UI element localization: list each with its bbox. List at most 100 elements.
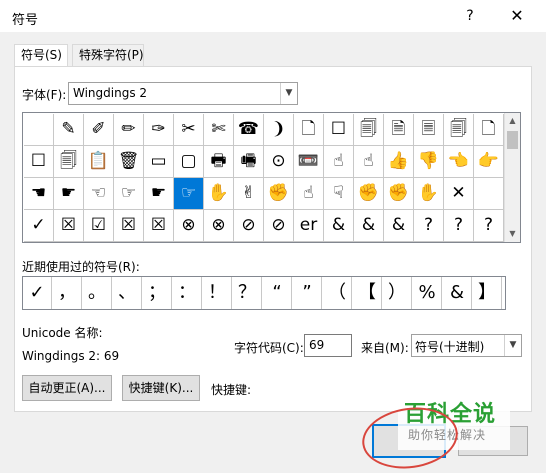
symbol-cell[interactable]: 🗏 <box>414 114 444 146</box>
chevron-down-icon[interactable]: ▼ <box>504 335 521 356</box>
symbol-cell[interactable]: ? <box>474 210 504 242</box>
symbol-cell[interactable] <box>24 114 54 146</box>
symbol-cell[interactable]: er <box>294 210 324 242</box>
symbol-cell[interactable]: ⊗ <box>174 210 204 242</box>
symbol-cell[interactable]: ✑ <box>144 114 174 146</box>
recent-symbol-cell[interactable]: ” <box>293 277 322 309</box>
font-label: 字体(F): <box>22 88 67 102</box>
symbol-cell[interactable]: ⊘ <box>264 210 294 242</box>
symbol-cell[interactable]: 🖷 <box>234 146 264 178</box>
symbol-cell[interactable]: ✌ <box>234 178 264 210</box>
symbol-cell[interactable]: ✊ <box>354 178 384 210</box>
symbol-cell[interactable]: ☝ <box>324 146 354 178</box>
symbol-cell[interactable]: ☞ <box>114 178 144 210</box>
symbol-cell[interactable]: ☎ <box>234 114 264 146</box>
symbol-cell[interactable]: ☐ <box>324 114 354 146</box>
symbol-cell[interactable]: 📋 <box>84 146 114 178</box>
symbol-cell[interactable]: ☞ <box>174 178 204 210</box>
symbol-cell[interactable]: ✏ <box>114 114 144 146</box>
symbol-cell[interactable]: 📼 <box>294 146 324 178</box>
symbol-cell[interactable]: ✕ <box>444 178 474 210</box>
symbol-cell[interactable]: & <box>354 210 384 242</box>
symbol-cell[interactable]: 🗑 <box>114 146 144 178</box>
symbol-cell[interactable] <box>474 178 504 210</box>
symbol-cell[interactable]: ✂ <box>174 114 204 146</box>
symbol-cell[interactable]: ✐ <box>84 114 114 146</box>
symbol-cell[interactable]: 🗋 <box>474 114 504 146</box>
symbol-cell[interactable]: ✊ <box>384 178 414 210</box>
recent-symbol-cell[interactable]: ； <box>143 277 172 309</box>
shortcut-key-button[interactable]: 快捷键(K)... <box>122 375 200 401</box>
symbol-cell[interactable]: ☒ <box>114 210 144 242</box>
recent-symbol-cell[interactable]: ） <box>383 277 412 309</box>
symbol-cell[interactable]: 👉 <box>474 146 504 178</box>
symbol-cell[interactable]: ▭ <box>144 146 174 178</box>
recent-symbol-cell[interactable]: ？ <box>233 277 262 309</box>
symbol-cell[interactable]: 🗋 <box>294 114 324 146</box>
unicode-name-value: Wingdings 2: 69 <box>22 349 120 363</box>
recent-symbols-label: 近期使用过的符号(R): <box>22 260 140 274</box>
symbol-cell[interactable]: ☜ <box>84 178 114 210</box>
symbol-cell[interactable]: 👈 <box>444 146 474 178</box>
symbol-cell[interactable]: ✊ <box>264 178 294 210</box>
symbol-cell[interactable]: ⊙ <box>264 146 294 178</box>
symbol-cell[interactable]: ✎ <box>54 114 84 146</box>
symbol-cell[interactable]: ▢ <box>174 146 204 178</box>
recent-symbol-cell[interactable]: & <box>443 277 472 309</box>
symbol-cell[interactable]: ☛ <box>144 178 174 210</box>
recent-symbol-cell[interactable]: （ <box>323 277 352 309</box>
symbol-cell[interactable]: & <box>324 210 354 242</box>
symbol-cell[interactable]: 🗐 <box>354 114 384 146</box>
symbol-cell[interactable]: 🗎 <box>384 114 414 146</box>
symbol-cell[interactable]: ☛ <box>54 178 84 210</box>
symbol-cell[interactable]: ✓ <box>24 210 54 242</box>
dialog-title: 符号 <box>12 13 39 28</box>
symbol-cell[interactable]: ☐ <box>24 146 54 178</box>
symbol-cell[interactable]: ? <box>444 210 474 242</box>
symbol-cell[interactable]: ✄ <box>204 114 234 146</box>
symbol-cell[interactable]: ❩ <box>264 114 294 146</box>
symbol-cell[interactable]: ⊗ <box>204 210 234 242</box>
symbol-cell[interactable]: ☒ <box>54 210 84 242</box>
symbol-cell[interactable]: 👍 <box>384 146 414 178</box>
symbol-cell[interactable]: ☒ <box>144 210 174 242</box>
recent-symbol-cell[interactable]: 】 <box>473 277 502 309</box>
symbol-cell[interactable]: 🖶 <box>204 146 234 178</box>
symbol-cell[interactable]: & <box>384 210 414 242</box>
recent-symbol-cell[interactable]: % <box>413 277 442 309</box>
from-select-value: 符号(十进制) <box>415 340 485 354</box>
tab-special-characters[interactable]: 特殊字符(P) <box>72 44 144 66</box>
recent-symbol-cell[interactable]: 、 <box>113 277 142 309</box>
symbol-cell[interactable]: ☑ <box>84 210 114 242</box>
tab-symbols[interactable]: 符号(S) <box>14 44 68 67</box>
recent-symbol-cell[interactable]: 。 <box>83 277 112 309</box>
help-button[interactable]: ? <box>458 4 482 28</box>
symbol-cell[interactable]: 👎 <box>414 146 444 178</box>
symbol-cell[interactable]: 🗐 <box>54 146 84 178</box>
symbol-cell[interactable]: ✋ <box>204 178 234 210</box>
scroll-down-icon[interactable]: ▼ <box>505 226 520 242</box>
symbol-cell[interactable]: ? <box>414 210 444 242</box>
symbol-cell[interactable]: 🗐 <box>444 114 474 146</box>
symbol-cell[interactable]: ✋ <box>414 178 444 210</box>
scroll-thumb[interactable] <box>507 131 518 149</box>
recent-symbol-cell[interactable]: 【 <box>353 277 382 309</box>
close-button[interactable]: ✕ <box>502 4 532 28</box>
symbol-grid-scrollbar[interactable]: ▲ ▼ <box>504 113 520 242</box>
scroll-up-icon[interactable]: ▲ <box>505 113 520 129</box>
symbol-cell[interactable]: ☝ <box>354 146 384 178</box>
recent-symbol-cell[interactable]: ！ <box>203 277 232 309</box>
recent-symbol-cell[interactable]: “ <box>263 277 292 309</box>
from-select[interactable]: 符号(十进制) ▼ <box>411 334 522 357</box>
recent-symbol-cell[interactable]: ， <box>53 277 82 309</box>
font-select[interactable]: Wingdings 2 ▼ <box>68 82 298 105</box>
symbol-cell[interactable]: ☝ <box>294 178 324 210</box>
symbol-cell[interactable]: ⊘ <box>234 210 264 242</box>
char-code-input[interactable]: 69 <box>304 334 352 357</box>
recent-symbol-cell[interactable]: ✓ <box>23 277 52 309</box>
symbol-cell[interactable]: ☚ <box>24 178 54 210</box>
autocorrect-button[interactable]: 自动更正(A)... <box>22 375 112 401</box>
symbol-cell[interactable]: ☟ <box>324 178 354 210</box>
chevron-down-icon[interactable]: ▼ <box>280 83 297 104</box>
recent-symbol-cell[interactable]: ： <box>173 277 202 309</box>
